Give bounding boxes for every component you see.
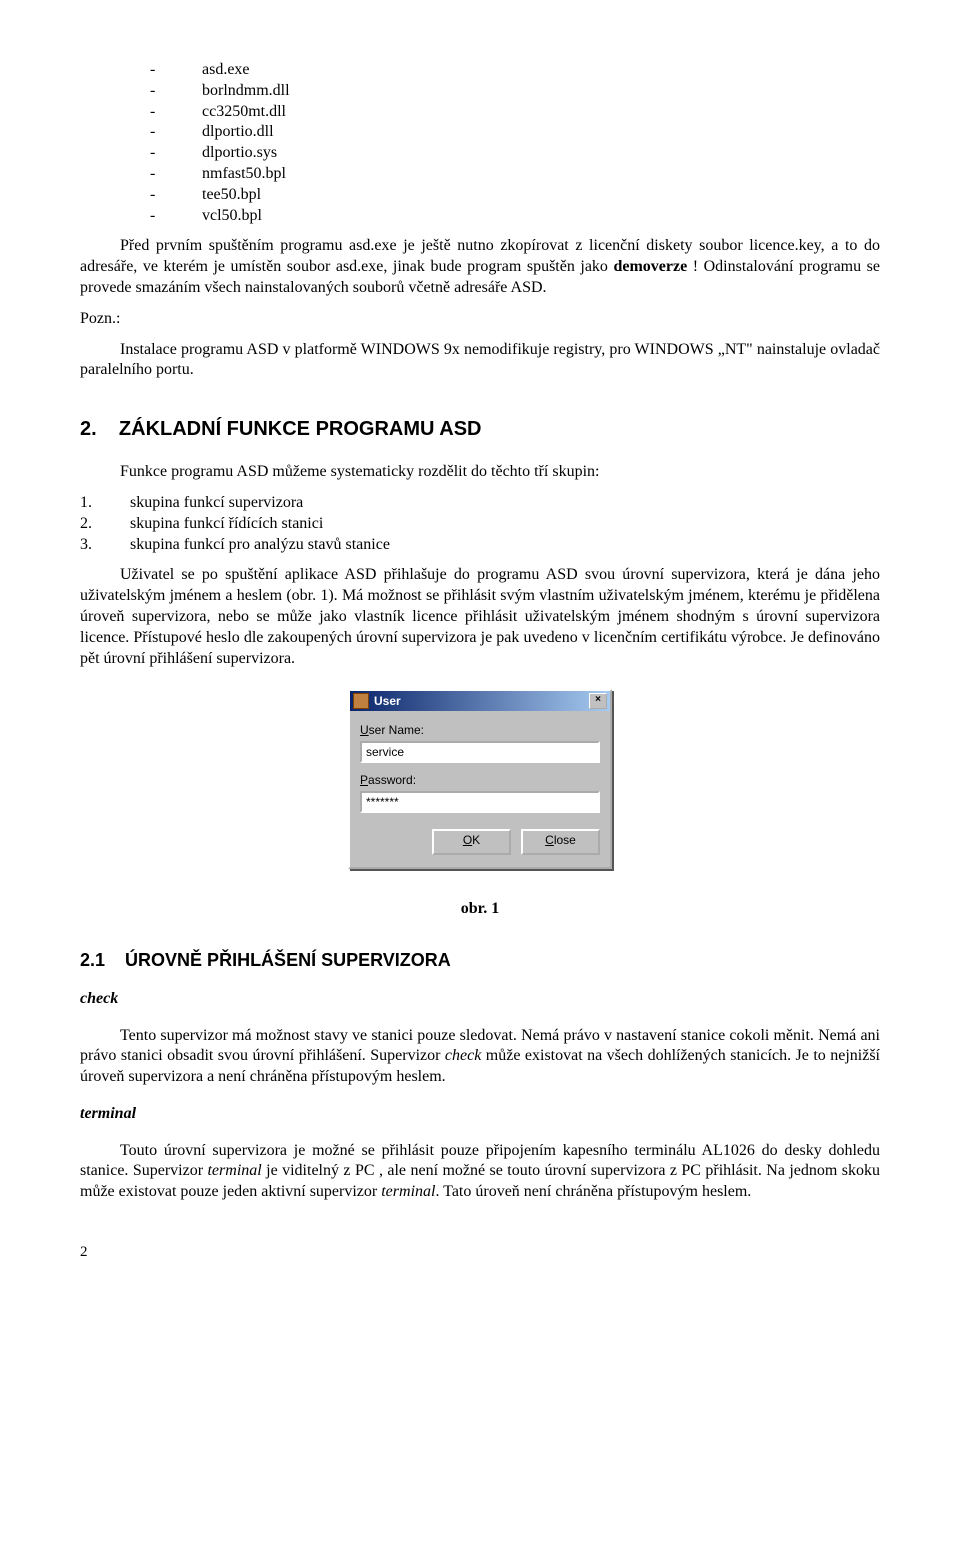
section-heading-2: 2. ZÁKLADNÍ FUNKCE PROGRAMU ASD — [80, 416, 880, 442]
list-item: skupina funkcí pro analýzu stavů stanice — [130, 535, 390, 556]
list-number: 1. — [80, 493, 130, 514]
dialog-title: User — [374, 694, 589, 710]
ok-button[interactable]: OK — [432, 829, 511, 855]
paragraph-login: Uživatel se po spuštění aplikace ASD při… — [80, 565, 880, 669]
numbered-list: 1.skupina funkcí supervizora 2.skupina f… — [80, 493, 880, 555]
list-dash: - — [150, 81, 162, 102]
list-dash: - — [150, 164, 162, 185]
file-name: dlportio.dll — [202, 122, 274, 143]
list-dash: - — [150, 143, 162, 164]
list-dash: - — [150, 206, 162, 227]
file-name: asd.exe — [202, 60, 250, 81]
file-name: cc3250mt.dll — [202, 102, 286, 123]
password-input[interactable] — [360, 791, 600, 813]
list-dash: - — [150, 122, 162, 143]
username-label: User Name: — [360, 723, 600, 739]
close-button[interactable]: × — [589, 693, 607, 709]
file-name: borlndmm.dll — [202, 81, 290, 102]
user-dialog: User × User Name: Password: OK Close — [348, 689, 612, 868]
paragraph-terminal: Touto úrovní supervizora je možné se při… — [80, 1141, 880, 1203]
level-check-heading: check — [80, 989, 880, 1010]
paragraph-install: Před prvním spuštěním programu asd.exe j… — [80, 236, 880, 298]
file-name: dlportio.sys — [202, 143, 277, 164]
close-dialog-button[interactable]: Close — [521, 829, 600, 855]
section-heading-2-1: 2.1 ÚROVNĚ PŘIHLÁŠENÍ SUPERVIZORA — [80, 949, 880, 972]
list-dash: - — [150, 102, 162, 123]
file-name: nmfast50.bpl — [202, 164, 286, 185]
list-dash: - — [150, 60, 162, 81]
dialog-titlebar: User × — [350, 691, 610, 711]
password-label: Password: — [360, 773, 600, 789]
figure-caption-1: obr. 1 — [80, 899, 880, 920]
username-input[interactable] — [360, 741, 600, 763]
list-item: skupina funkcí řídících stanici — [130, 514, 323, 535]
file-list: - asd.exe - borlndmm.dll - cc3250mt.dll - dl… — [80, 60, 880, 226]
list-number: 2. — [80, 514, 130, 535]
paragraph-pozn: Instalace programu ASD v platformě WINDO… — [80, 340, 880, 382]
list-item: skupina funkcí supervizora — [130, 493, 303, 514]
page-number: 2 — [80, 1243, 880, 1263]
level-terminal-heading: terminal — [80, 1104, 880, 1125]
pozn-label: Pozn.: — [80, 309, 880, 330]
list-dash: - — [150, 185, 162, 206]
paragraph-check: Tento supervizor má možnost stavy ve sta… — [80, 1026, 880, 1088]
paragraph-groups-intro: Funkce programu ASD můžeme systematicky … — [80, 462, 880, 483]
file-name: tee50.bpl — [202, 185, 261, 206]
file-name: vcl50.bpl — [202, 206, 262, 227]
user-dialog-icon — [353, 693, 369, 709]
list-number: 3. — [80, 535, 130, 556]
